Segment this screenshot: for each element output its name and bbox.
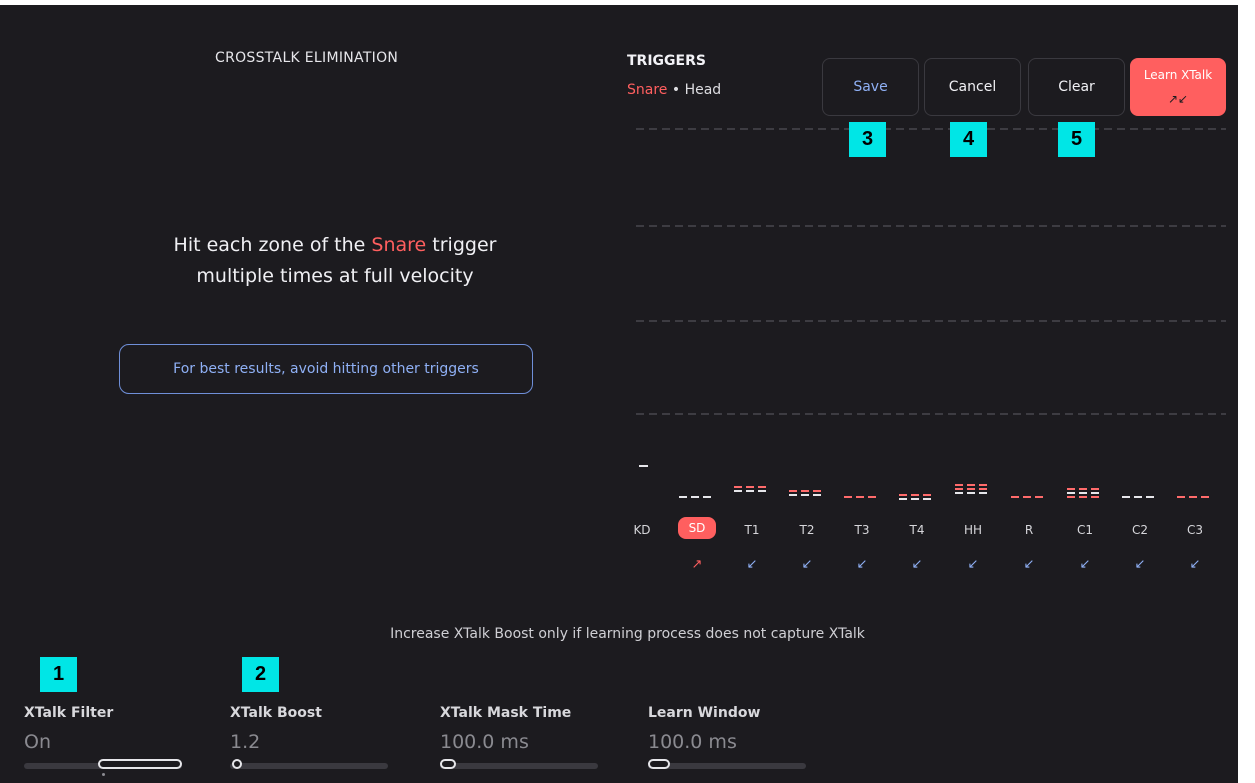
learn-window-slider[interactable] [648,759,806,769]
instruction-post: trigger [432,234,497,256]
callout-badge-3: 3 [849,122,886,157]
grid-line [636,128,1226,130]
selected-zone: Head [684,82,722,98]
xtalk-boost-label: XTalk Boost [230,705,322,721]
target-arrow-icon: ↙ [856,557,868,572]
clear-button[interactable]: Clear [1028,58,1125,116]
target-arrow-icon: ↙ [1023,557,1035,572]
trigger-label-t1[interactable]: T1 [732,523,772,537]
meter-c3 [1177,482,1213,498]
trigger-label-c3[interactable]: C3 [1175,523,1215,537]
xtalk-filter-toggle[interactable] [24,759,182,769]
mask-time-label: XTalk Mask Time [440,705,572,721]
meter-t2 [789,482,825,496]
triggers-subtitle: Snare • Head [627,82,721,98]
target-arrow-icon: ↙ [746,557,758,572]
instruction-line-2: multiple times at full velocity [196,265,474,287]
trigger-label-t4[interactable]: T4 [897,523,937,537]
target-arrow-icon: ↙ [801,557,813,572]
grid-line [636,225,1226,227]
xtalk-boost-value[interactable]: 1.2 [230,731,260,753]
callout-badge-2: 2 [242,657,279,692]
target-arrow-icon: ↙ [1079,557,1091,572]
separator: • [671,82,681,98]
trigger-label-c2[interactable]: C2 [1120,523,1160,537]
learn-xtalk-button[interactable]: Learn XTalk ↗↙ [1130,58,1226,116]
target-arrow-icon: ↙ [911,557,923,572]
trigger-label-hh[interactable]: HH [953,523,993,537]
callout-badge-1: 1 [40,657,77,692]
xtalk-filter-thumb[interactable] [98,759,182,769]
learn-window-thumb[interactable] [648,759,670,769]
toggle-indicator-dot [102,773,105,776]
learn-xtalk-label: Learn XTalk [1143,68,1213,82]
meter-hh [955,482,991,494]
trigger-label-r[interactable]: R [1009,523,1049,537]
boost-hint: Increase XTalk Boost only if learning pr… [390,626,865,642]
grid-line [636,320,1226,322]
hint-box: For best results, avoid hitting other tr… [119,344,533,394]
learn-window-value[interactable]: 100.0 ms [648,731,737,753]
xtalk-boost-slider[interactable] [230,759,388,769]
callout-badge-4: 4 [950,122,987,157]
trigger-label-t3[interactable]: T3 [842,523,882,537]
mask-time-thumb[interactable] [440,759,456,769]
meter-t4 [899,482,935,500]
target-arrow-icon: ↙ [1134,557,1146,572]
source-arrow-icon: ↗ [691,557,703,572]
triggers-title: TRIGGERS [627,53,706,69]
grid-line [636,413,1226,415]
selected-trigger: Snare [627,82,668,98]
meter-sd [679,482,715,498]
target-arrow-icon: ↙ [967,557,979,572]
xtalk-boost-thumb[interactable] [232,759,242,769]
kd-level-mark [639,465,648,467]
mask-time-slider[interactable] [440,759,598,769]
instruction-trigger: Snare [371,234,427,256]
section-title: CROSSTALK ELIMINATION [215,50,399,66]
target-arrow-icon: ↙ [1189,557,1201,572]
xtalk-filter-label: XTalk Filter [24,705,114,721]
trigger-label-c1[interactable]: C1 [1065,523,1105,537]
trigger-label-sd[interactable]: SD [678,517,716,539]
cancel-button[interactable]: Cancel [924,58,1021,116]
meter-t3 [844,482,880,498]
xtalk-filter-value[interactable]: On [24,731,51,753]
callout-badge-5: 5 [1058,122,1095,157]
trigger-label-t2[interactable]: T2 [787,523,827,537]
trigger-label-kd[interactable]: KD [622,523,662,537]
meter-c1 [1067,482,1103,498]
save-button[interactable]: Save [822,58,919,116]
learn-window-label: Learn Window [648,705,761,721]
instruction-line-1: Hit each zone of the Snare trigger [90,230,580,261]
meter-t1 [734,482,770,492]
meter-r [1011,482,1047,498]
meter-c2 [1122,482,1158,498]
xtalk-panel [0,5,1238,783]
learn-xtalk-icon: ↗↙ [1167,92,1189,106]
instruction-pre: Hit each zone of the [173,234,366,256]
mask-time-value[interactable]: 100.0 ms [440,731,529,753]
